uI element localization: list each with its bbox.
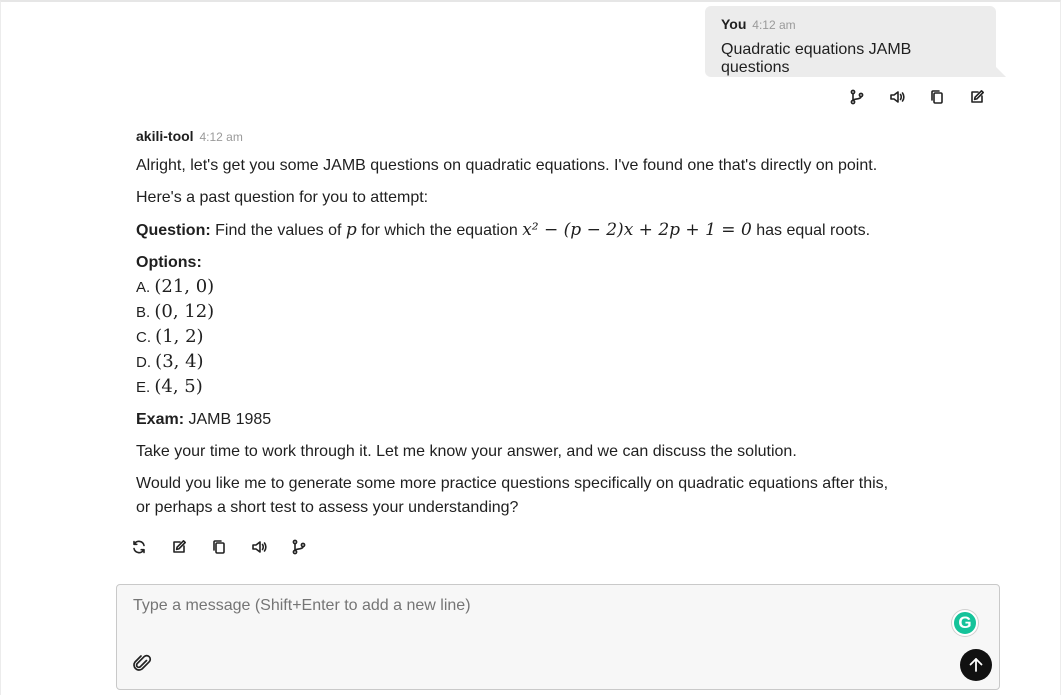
question-equation: x² − (p − 2)x + 2p + 1 = 0	[522, 220, 752, 240]
option-item: C. (1, 2)	[136, 325, 906, 350]
assistant-intro: Alright, let's get you some JAMB questio…	[136, 157, 878, 174]
option-value: (0, 12)	[154, 301, 215, 322]
branch-icon[interactable]	[287, 535, 311, 559]
user-message-meta: You 4:12 am	[721, 16, 980, 32]
question-variable: p	[345, 220, 357, 240]
option-value: (3, 4)	[155, 351, 204, 372]
attachment-icon[interactable]	[132, 653, 154, 675]
arrow-up-icon	[969, 658, 983, 672]
question-paragraph: Question: Find the values of p for which…	[136, 218, 906, 243]
copy-icon[interactable]	[207, 535, 231, 559]
grammarly-icon[interactable]: G	[952, 610, 978, 636]
speaker-icon[interactable]	[247, 535, 271, 559]
assistant-message-meta: akili-tool 4:12 am	[136, 128, 906, 145]
assistant-author: akili-tool	[136, 128, 194, 144]
regenerate-icon[interactable]	[127, 535, 151, 559]
option-value: (4, 5)	[154, 376, 203, 397]
copy-icon[interactable]	[925, 85, 949, 109]
question-text-post: has equal roots.	[756, 222, 871, 239]
option-item: D. (3, 4)	[136, 350, 906, 375]
user-message-actions	[845, 85, 989, 109]
edit-icon[interactable]	[965, 85, 989, 109]
option-letter: A.	[136, 279, 151, 296]
option-letter: B.	[136, 304, 151, 321]
branch-icon[interactable]	[845, 85, 869, 109]
user-author: You	[721, 16, 747, 32]
options-block: Options: A. (21, 0) B. (0, 12) C. (1, 2)…	[136, 251, 906, 400]
message-input[interactable]	[133, 597, 933, 615]
options-label: Options:	[136, 254, 202, 271]
exam-value: JAMB 1985	[188, 411, 272, 428]
assistant-followup: Take your time to work through it. Let m…	[136, 443, 797, 460]
option-letter: D.	[136, 354, 151, 371]
option-item: E. (4, 5)	[136, 375, 906, 400]
assistant-message: akili-tool 4:12 am Alright, let's get yo…	[136, 128, 906, 528]
question-text-pre: Find the values of	[215, 222, 342, 239]
user-timestamp: 4:12 am	[752, 18, 796, 32]
edit-icon[interactable]	[167, 535, 191, 559]
message-composer: G	[116, 584, 1000, 690]
question-label: Question:	[136, 222, 211, 239]
option-letter: E.	[136, 379, 151, 396]
assistant-message-actions	[127, 535, 311, 559]
user-message-bubble: You 4:12 am Quadratic equations JAMB que…	[705, 6, 1006, 77]
assistant-lead: Here's a past question for you to attemp…	[136, 189, 429, 206]
option-item: A. (21, 0)	[136, 275, 906, 300]
question-text-mid: for which the equation	[361, 222, 518, 239]
exam-label: Exam:	[136, 411, 185, 428]
option-value: (1, 2)	[155, 326, 204, 347]
assistant-offer: Would you like me to generate some more …	[136, 475, 889, 516]
assistant-timestamp: 4:12 am	[199, 130, 243, 144]
option-item: B. (0, 12)	[136, 300, 906, 325]
speaker-icon[interactable]	[885, 85, 909, 109]
option-value: (21, 0)	[154, 276, 215, 297]
user-message-text: Quadratic equations JAMB questions	[721, 41, 912, 76]
send-button[interactable]	[960, 649, 992, 681]
exam-line: Exam: JAMB 1985	[136, 408, 906, 432]
option-letter: C.	[136, 329, 151, 346]
